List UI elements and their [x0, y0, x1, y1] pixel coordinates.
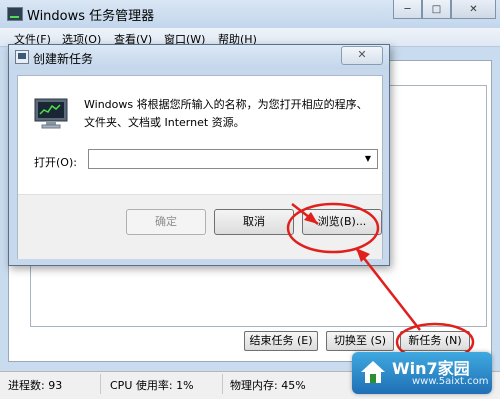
dropdown-arrow-icon[interactable]: ▼: [361, 152, 375, 166]
close-icon: ✕: [357, 48, 367, 61]
task-manager-titlebar[interactable]: Windows 任务管理器 ─ □ ✕: [0, 0, 500, 28]
window-controls: ─ □ ✕: [393, 0, 496, 20]
new-task-button[interactable]: 新任务 (N): [400, 331, 470, 351]
status-memory: 物理内存: 45%: [230, 379, 306, 392]
dialog-title: 创建新任务: [33, 52, 94, 66]
watermark-url: www.5aixt.com: [412, 376, 489, 387]
end-task-button[interactable]: 结束任务 (E): [244, 331, 318, 351]
status-divider: [222, 374, 223, 394]
create-task-dialog: 创建新任务 ✕ Windows 将根据您所输入的名称，为您打开相应的程序、文件夹…: [8, 44, 390, 266]
status-divider: [100, 374, 101, 394]
cancel-button[interactable]: 取消: [214, 209, 294, 235]
ok-button[interactable]: 确定: [126, 209, 206, 235]
open-input[interactable]: [89, 150, 361, 168]
open-combobox[interactable]: ▼: [88, 149, 378, 169]
dialog-description: Windows 将根据您所输入的名称，为您打开相应的程序、文件夹、文档或 Int…: [84, 98, 368, 129]
browse-button[interactable]: 浏览(B)...: [302, 209, 382, 235]
switch-to-button[interactable]: 切换至 (S): [326, 331, 394, 351]
task-manager-title: Windows 任务管理器: [27, 9, 155, 24]
minimize-button[interactable]: ─: [393, 0, 422, 19]
house-icon: [361, 361, 385, 383]
watermark-logo: Win7家园 www.5aixt.com: [352, 352, 492, 394]
close-button[interactable]: ✕: [451, 0, 496, 19]
dialog-content: Windows 将根据您所输入的名称，为您打开相应的程序、文件夹、文档或 Int…: [17, 75, 383, 259]
status-processes: 进程数: 93: [8, 379, 63, 392]
task-manager-icon: [7, 7, 23, 21]
open-label: 打开(O):: [34, 156, 77, 169]
status-cpu: CPU 使用率: 1%: [110, 379, 194, 392]
dialog-footer: 确定 取消 浏览(B)...: [18, 194, 382, 259]
maximize-button[interactable]: □: [422, 0, 451, 19]
dialog-close-button[interactable]: ✕: [341, 46, 383, 65]
run-dialog-icon: [15, 50, 29, 64]
dialog-titlebar[interactable]: 创建新任务 ✕: [9, 45, 389, 69]
monitor-icon: [34, 98, 68, 129]
